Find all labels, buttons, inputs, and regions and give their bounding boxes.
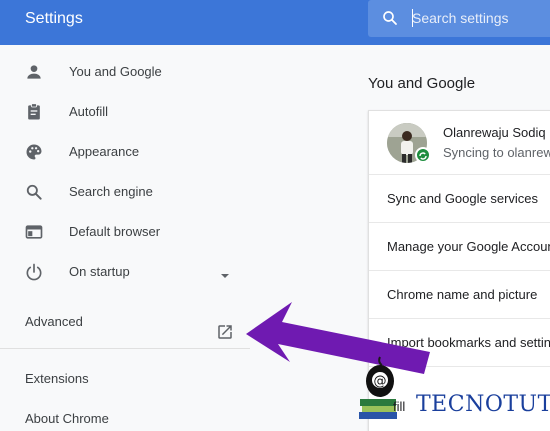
search-box[interactable]: [368, 0, 550, 37]
advanced-toggle[interactable]: Advanced: [25, 314, 83, 329]
profile-name: Olanrewaju Sodiq: [443, 125, 546, 140]
search-icon: [383, 11, 397, 25]
chevron-down-icon[interactable]: [219, 272, 231, 280]
sidebar-item-label: Autofill: [69, 104, 109, 119]
sidebar-item-you-and-google[interactable]: You and Google: [0, 53, 250, 91]
sidebar-item-autofill[interactable]: Autofill: [0, 93, 250, 131]
palette-icon: [26, 144, 42, 160]
row-label: Sync and Google services: [387, 191, 539, 206]
browser-window-icon: [25, 225, 43, 239]
top-app-bar: Settings: [0, 0, 550, 45]
watermark-text: TECNOTUTO: [416, 392, 550, 417]
sidebar: You and Google Autofill Appearance Searc…: [0, 45, 250, 431]
row-label: Import bookmarks and settings: [387, 335, 550, 350]
divider: [0, 348, 250, 349]
sidebar-item-label: Appearance: [69, 144, 140, 159]
sidebar-item-extensions[interactable]: Extensions: [25, 371, 89, 386]
row-label: Chrome name and picture: [387, 287, 538, 302]
watermark: @ fill TECNOTUTO: [356, 355, 550, 431]
name-and-picture-row[interactable]: Chrome name and picture: [369, 271, 550, 319]
sidebar-item-label: Default browser: [69, 224, 161, 239]
sidebar-item-appearance[interactable]: Appearance: [0, 133, 250, 171]
sidebar-item-label: You and Google: [69, 64, 162, 79]
search-input[interactable]: [412, 8, 548, 28]
sidebar-item-about-chrome[interactable]: About Chrome: [25, 411, 109, 426]
power-icon: [26, 263, 42, 281]
manage-account-row[interactable]: Manage your Google Account: [369, 223, 550, 271]
sync-status: Syncing to olanrewaju: [443, 145, 550, 160]
sidebar-item-on-startup[interactable]: On startup: [0, 253, 250, 291]
svg-text:@: @: [374, 374, 387, 389]
search-icon: [26, 184, 42, 200]
obscured-text: fill: [393, 399, 406, 414]
clipboard-icon: [28, 103, 40, 120]
sync-services-row[interactable]: Sync and Google services: [369, 175, 550, 223]
profile-row[interactable]: Olanrewaju Sodiq Syncing to olanrewaju: [369, 111, 550, 175]
sidebar-item-label: Search engine: [69, 184, 153, 199]
text-cursor: [412, 9, 413, 27]
sidebar-item-label: On startup: [69, 264, 130, 279]
sidebar-item-search-engine[interactable]: Search engine: [0, 173, 250, 211]
open-in-new-icon[interactable]: [216, 323, 234, 341]
sidebar-item-default-browser[interactable]: Default browser: [0, 213, 250, 251]
app-title: Settings: [25, 10, 83, 27]
watermark-logo-icon: @: [359, 356, 397, 419]
sync-icon: [415, 147, 431, 163]
row-label: Manage your Google Account: [387, 239, 550, 254]
person-icon: [27, 65, 41, 79]
section-heading: You and Google: [368, 75, 476, 92]
